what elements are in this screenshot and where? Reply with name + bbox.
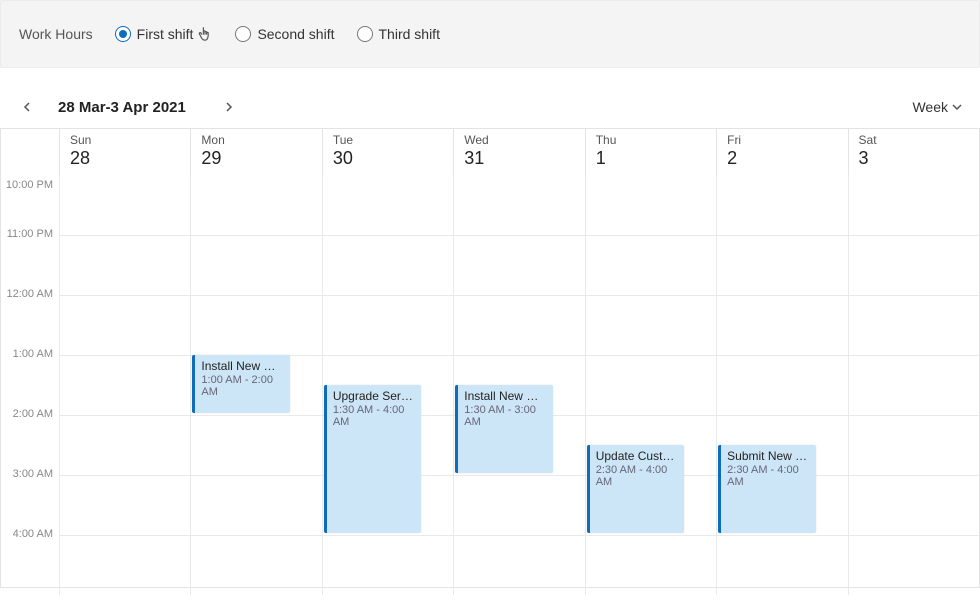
- grid-cell[interactable]: [59, 296, 190, 355]
- grid-cell[interactable]: [190, 236, 321, 295]
- grid-cell[interactable]: [190, 536, 321, 595]
- grid-cell[interactable]: [585, 175, 716, 235]
- grid-cell[interactable]: [322, 536, 453, 595]
- event-time: 2:30 AM - 4:00 AM: [727, 464, 809, 488]
- time-slot-label: 11:00 PM: [1, 228, 59, 288]
- radio-label: Third shift: [379, 26, 440, 42]
- radio-icon: [357, 26, 373, 42]
- grid-cell[interactable]: [322, 296, 453, 355]
- prev-week-button[interactable]: [18, 98, 36, 116]
- next-week-button[interactable]: [220, 98, 238, 116]
- grid-cell[interactable]: [59, 416, 190, 475]
- grid-cell[interactable]: [716, 296, 847, 355]
- grid-cell[interactable]: [716, 356, 847, 415]
- chevron-down-icon: [952, 102, 962, 112]
- calendar-event[interactable]: Upgrade Server H…1:30 AM - 4:00 AM: [324, 385, 421, 533]
- day-header-fri[interactable]: Fri 2: [716, 129, 847, 175]
- grid-cell[interactable]: [848, 536, 979, 595]
- radio-second-shift[interactable]: Second shift: [235, 26, 334, 42]
- grid-cell[interactable]: [716, 536, 847, 595]
- day-header-tue[interactable]: Tue 30: [322, 129, 453, 175]
- grid-cell[interactable]: [190, 476, 321, 535]
- event-title: Submit New Web…: [727, 449, 809, 463]
- radio-label: First shift: [137, 26, 194, 42]
- calendar-event[interactable]: Update Customer …2:30 AM - 4:00 AM: [587, 445, 684, 533]
- grid-cell[interactable]: [59, 236, 190, 295]
- grid-body: Install New Route…1:00 AM - 2:00 AM Upgra…: [59, 175, 979, 587]
- time-slot-label: 1:00 AM: [1, 348, 59, 408]
- work-hours-label: Work Hours: [19, 26, 93, 42]
- event-time: 1:00 AM - 2:00 AM: [201, 374, 283, 398]
- grid-cell[interactable]: [190, 416, 321, 475]
- calendar-event[interactable]: Install New Route…1:00 AM - 2:00 AM: [192, 355, 289, 413]
- day-header-mon[interactable]: Mon 29: [190, 129, 321, 175]
- grid-cell[interactable]: [716, 175, 847, 235]
- event-title: Update Customer …: [596, 449, 678, 463]
- grid-cell[interactable]: [59, 175, 190, 235]
- time-slot-label: 4:00 AM: [1, 528, 59, 588]
- time-slot-label: 12:00 AM: [1, 288, 59, 348]
- grid-cell[interactable]: [59, 536, 190, 595]
- grid-cell[interactable]: [585, 236, 716, 295]
- radio-icon: [235, 26, 251, 42]
- cursor-hand-icon: [197, 25, 213, 43]
- day-header-thu[interactable]: Thu 1: [585, 129, 716, 175]
- radio-first-shift[interactable]: First shift: [115, 25, 214, 43]
- grid-cell[interactable]: [453, 476, 584, 535]
- radio-third-shift[interactable]: Third shift: [357, 26, 440, 42]
- date-range-label: 28 Mar-3 Apr 2021: [58, 99, 186, 116]
- time-gutter-header: [1, 129, 59, 175]
- day-header-wed[interactable]: Wed 31: [453, 129, 584, 175]
- grid-cell[interactable]: [190, 296, 321, 355]
- grid-cell[interactable]: [453, 236, 584, 295]
- grid-cell[interactable]: [716, 236, 847, 295]
- grid-cell[interactable]: [59, 476, 190, 535]
- event-time: 2:30 AM - 4:00 AM: [596, 464, 678, 488]
- grid-cell[interactable]: [453, 175, 584, 235]
- grid-cell[interactable]: [848, 236, 979, 295]
- grid-cell[interactable]: [190, 175, 321, 235]
- day-headers: Sun 28 Mon 29 Tue 30 Wed 31 Thu 1 Fri 2 …: [1, 129, 979, 175]
- grid-cell[interactable]: [585, 296, 716, 355]
- time-gutter: 10:00 PM11:00 PM12:00 AM1:00 AM2:00 AM3:…: [1, 175, 59, 595]
- radio-label: Second shift: [257, 26, 334, 42]
- grid-cell[interactable]: [848, 416, 979, 475]
- grid-cell[interactable]: [453, 536, 584, 595]
- grid-cell[interactable]: [453, 296, 584, 355]
- grid-cell[interactable]: [322, 236, 453, 295]
- calendar-event[interactable]: Install New Datab…1:30 AM - 3:00 AM: [455, 385, 552, 473]
- shift-radio-group: First shift Second shift Third shift: [115, 25, 440, 43]
- work-hours-toolbar: Work Hours First shift Second shift Thir…: [0, 0, 980, 68]
- grid-cell[interactable]: [848, 356, 979, 415]
- time-slot-label: 3:00 AM: [1, 468, 59, 528]
- event-time: 1:30 AM - 4:00 AM: [333, 404, 415, 428]
- calendar-nav: 28 Mar-3 Apr 2021 Week: [0, 98, 980, 128]
- day-header-sat[interactable]: Sat 3: [848, 129, 979, 175]
- event-title: Install New Route…: [201, 359, 283, 373]
- calendar-grid: 10:00 PM11:00 PM12:00 AM1:00 AM2:00 AM3:…: [1, 175, 979, 587]
- time-slot-label: 2:00 AM: [1, 408, 59, 468]
- grid-cell[interactable]: [585, 356, 716, 415]
- grid-cell[interactable]: [585, 536, 716, 595]
- radio-icon: [115, 26, 131, 42]
- calendar: Sun 28 Mon 29 Tue 30 Wed 31 Thu 1 Fri 2 …: [0, 128, 980, 588]
- day-header-sun[interactable]: Sun 28: [59, 129, 190, 175]
- grid-cell[interactable]: [59, 356, 190, 415]
- grid-cell[interactable]: [848, 296, 979, 355]
- view-picker[interactable]: Week: [912, 99, 962, 115]
- grid-cell[interactable]: [848, 476, 979, 535]
- view-label: Week: [912, 99, 948, 115]
- event-title: Upgrade Server H…: [333, 389, 415, 403]
- grid-cell[interactable]: [848, 175, 979, 235]
- time-slot-label: 10:00 PM: [1, 175, 59, 235]
- calendar-event[interactable]: Submit New Web…2:30 AM - 4:00 AM: [718, 445, 815, 533]
- event-title: Install New Datab…: [464, 389, 546, 403]
- grid-cell[interactable]: [322, 175, 453, 235]
- event-time: 1:30 AM - 3:00 AM: [464, 404, 546, 428]
